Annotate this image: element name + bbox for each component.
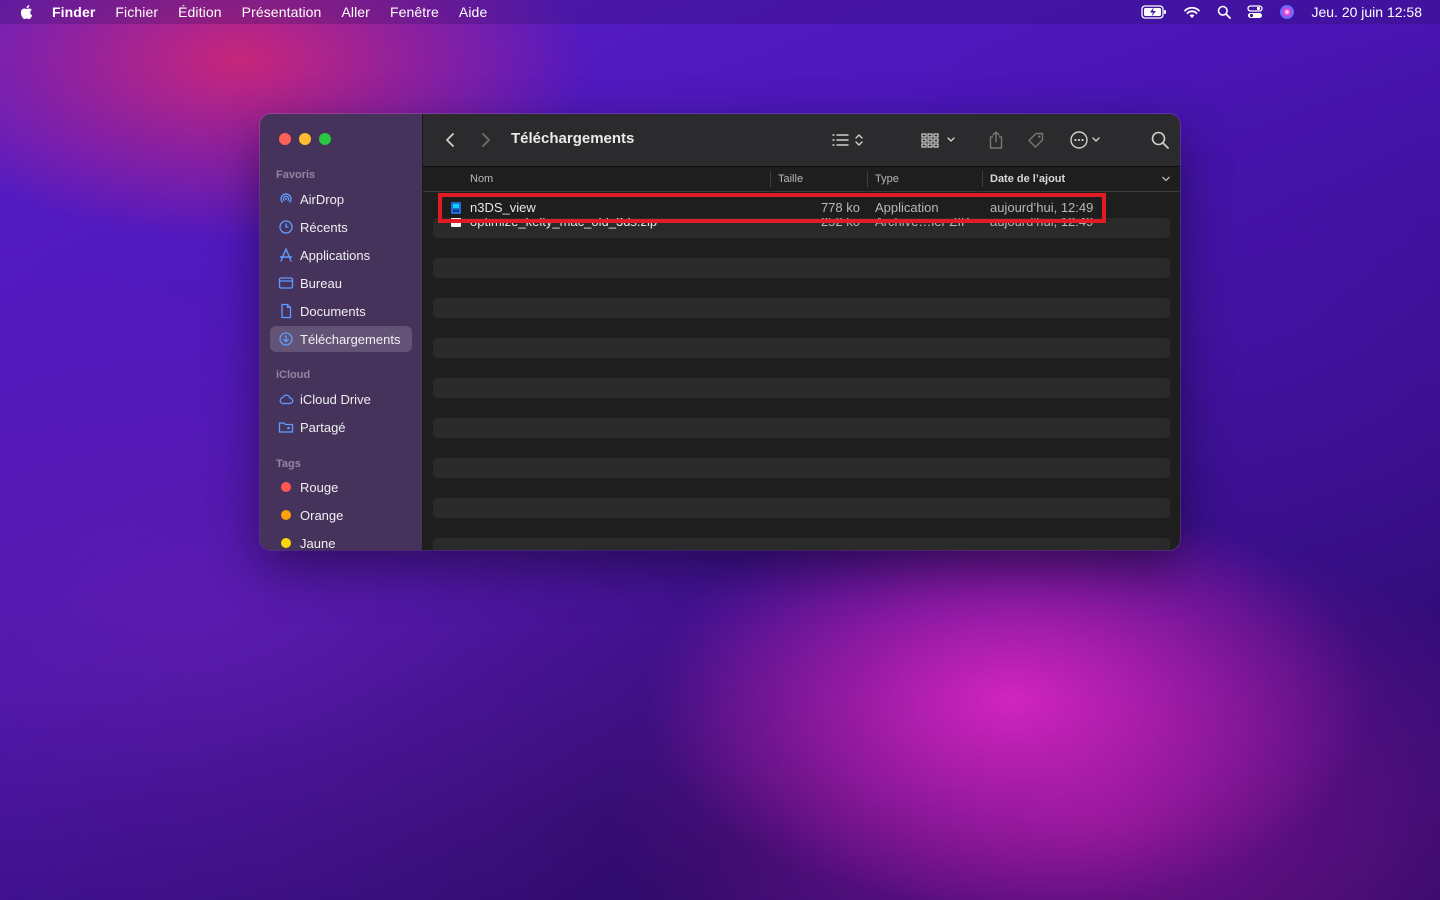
empty-row [433, 498, 1170, 518]
shared-folder-icon [278, 419, 294, 435]
chevron-right-icon [482, 133, 490, 147]
sidebar-item-documents[interactable]: Documents [270, 298, 412, 324]
apple-menu-icon[interactable] [18, 3, 36, 21]
actions-button[interactable] [1069, 114, 1105, 166]
minimize-window-button[interactable] [299, 133, 311, 145]
close-window-button[interactable] [279, 133, 291, 145]
sidebar-tag-rouge[interactable]: Rouge [270, 474, 412, 500]
sidebar-item-airdrop[interactable]: AirDrop [270, 186, 412, 212]
column-type[interactable]: Type [875, 173, 899, 185]
battery-icon[interactable] [1141, 5, 1167, 19]
ellipsis-circle-icon [1070, 131, 1100, 149]
sidebar-item-label: Partagé [300, 419, 346, 435]
search-icon [1151, 131, 1169, 149]
tag-icon [1028, 132, 1044, 148]
sidebar-item-label: Orange [300, 507, 344, 523]
sidebar-item-label: Applications [300, 247, 371, 263]
sidebar-item-label: Récents [300, 219, 348, 235]
airdrop-icon [278, 191, 294, 207]
column-divider [770, 171, 771, 187]
empty-row [433, 298, 1170, 318]
column-header: Nom Taille Type Date de l’ajout [423, 167, 1180, 192]
sidebar-item-label: Téléchargements [300, 331, 401, 347]
sidebar-item-recents[interactable]: Récents [270, 214, 412, 240]
group-button[interactable] [920, 114, 958, 166]
sidebar-item-icloud-drive[interactable]: iCloud Drive [270, 386, 412, 412]
sidebar: Favoris AirDrop Récents Applications Bur… [260, 114, 423, 550]
sidebar-item-label: iCloud Drive [300, 391, 371, 407]
sidebar-tag-orange[interactable]: Orange [270, 502, 412, 528]
column-divider [867, 171, 868, 187]
sidebar-item-applications[interactable]: Applications [270, 242, 412, 268]
list-view-icon [832, 134, 863, 146]
download-icon [278, 331, 294, 347]
desktop-icon [278, 275, 294, 291]
zoom-window-button[interactable] [319, 133, 331, 145]
sidebar-item-bureau[interactable]: Bureau [270, 270, 412, 296]
column-date-added[interactable]: Date de l’ajout [990, 173, 1065, 185]
empty-row [433, 418, 1170, 438]
sidebar-item-label: Jaune [300, 535, 336, 551]
control-center-icon[interactable] [1247, 5, 1264, 19]
highlight-annotation [438, 193, 1106, 223]
tag-dot-icon [278, 479, 294, 495]
empty-row [433, 338, 1170, 358]
sort-chevron-icon[interactable] [1161, 175, 1171, 183]
menubar-clock[interactable]: Jeu. 20 juin 12:58 [1311, 4, 1422, 20]
sidebar-item-label: AirDrop [300, 191, 345, 207]
sidebar-item-label: Documents [300, 303, 366, 319]
menu-edition[interactable]: Édition [178, 4, 222, 20]
empty-row [433, 538, 1170, 550]
sidebar-section-tags: Tags [276, 458, 301, 470]
finder-window: Favoris AirDrop Récents Applications Bur… [260, 114, 1180, 550]
column-divider [982, 171, 983, 187]
menu-fenetre[interactable]: Fenêtre [390, 4, 439, 20]
tag-dot-icon [278, 535, 294, 550]
chevron-left-icon [446, 133, 454, 147]
file-browser: Téléchargements Nom Taille Type Date de … [423, 114, 1180, 550]
applications-icon [278, 247, 294, 263]
cloud-icon [278, 391, 294, 407]
column-size[interactable]: Taille [778, 173, 803, 185]
window-controls [279, 133, 331, 145]
column-name[interactable]: Nom [470, 173, 493, 185]
siri-icon[interactable] [1279, 4, 1295, 20]
forward-button[interactable] [479, 114, 493, 166]
back-button[interactable] [443, 114, 457, 166]
share-button[interactable] [987, 114, 1005, 166]
menu-presentation[interactable]: Présentation [242, 4, 322, 20]
sidebar-item-telechargements[interactable]: Téléchargements [270, 326, 412, 352]
menu-finder[interactable]: Finder [52, 4, 95, 20]
tag-button[interactable] [1026, 114, 1046, 166]
empty-row [433, 458, 1170, 478]
menu-aide[interactable]: Aide [459, 4, 487, 20]
sidebar-item-label: Rouge [300, 479, 339, 495]
menu-bar: Finder Fichier Édition Présentation Alle… [0, 0, 1440, 24]
empty-row [433, 258, 1170, 278]
menu-aller[interactable]: Aller [341, 4, 370, 20]
sidebar-item-label: Bureau [300, 275, 342, 291]
empty-row [433, 378, 1170, 398]
document-icon [278, 303, 294, 319]
sidebar-section-favoris: Favoris [276, 169, 316, 181]
menu-fichier[interactable]: Fichier [115, 4, 158, 20]
share-icon [989, 131, 1003, 149]
wifi-icon[interactable] [1183, 5, 1201, 19]
sidebar-section-icloud: iCloud [276, 369, 311, 381]
window-title: Téléchargements [511, 130, 635, 147]
search-button[interactable] [1150, 114, 1170, 166]
tag-dot-icon [278, 507, 294, 523]
clock-icon [278, 219, 294, 235]
grid-icon [921, 133, 955, 148]
sidebar-tag-jaune[interactable]: Jaune [270, 530, 412, 550]
toolbar: Téléchargements [423, 114, 1180, 167]
sidebar-item-partage[interactable]: Partagé [270, 414, 412, 440]
spotlight-icon[interactable] [1217, 5, 1232, 19]
view-mode-button[interactable] [831, 114, 869, 166]
